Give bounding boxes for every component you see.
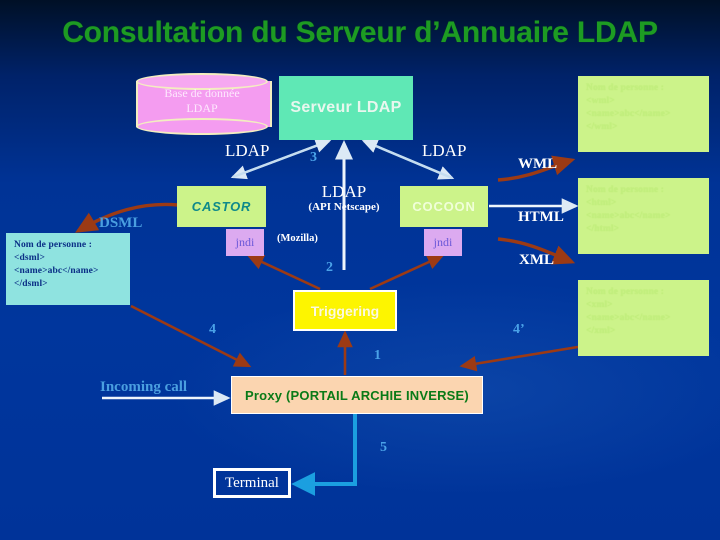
node-jndi-castor: jndi [226,229,264,256]
dsml-line-3: <name>abc</name> [14,266,99,276]
dsml-line-1: Nom de personne : [14,240,92,250]
node-database-ldap: Base de donnée LDAP [136,73,272,135]
label-dsml: DSML [99,215,143,231]
label-xml: XML [519,252,554,268]
slide-canvas: Consultation du Serveur d’Annuaire LDAP … [0,0,720,540]
label-html: HTML [518,209,564,225]
node-castor: CASTOR [177,186,266,227]
node-terminal: Terminal [213,468,291,498]
database-label-line1: Base de donnée [164,86,240,100]
step-number-3: 3 [310,150,317,165]
cylinder-bottom [136,118,268,135]
node-proxy: Proxy (PORTAIL ARCHIE INVERSE) [231,376,483,414]
cocoon-label: COCOON [412,199,476,214]
step-number-2: 2 [326,260,333,275]
label-ldap-left: LDAP [225,141,270,160]
xml-line-1: Nom de personne : [586,287,664,297]
jndi-right-label: jndi [433,235,453,249]
database-label-line2: LDAP [186,101,218,115]
arrow-trigger-to-jndi-right [369,254,445,291]
triggering-label: Triggering [310,302,380,319]
step-number-4: 4 [209,322,216,337]
wml-line-4: </wml> [586,122,618,132]
step-number-5: 5 [380,440,387,455]
label-ldap-api: LDAP [321,182,367,201]
xml-line-3: <name>abc</name> [586,313,671,323]
result-box-wml: Nom de personne : <wml> <name>abc</name>… [578,76,709,152]
wml-line-1: Nom de personne : [586,83,664,93]
arrow-xml-to-proxy [459,342,597,372]
html-line-1: Nom de personne : [586,185,664,195]
arrow-dsml-to-proxy [130,304,252,368]
label-mozilla: (Mozilla) [277,233,318,244]
label-wml: WML [518,156,558,172]
dsml-line-2: <dsml> [14,253,45,263]
node-serveur-ldap: Serveur LDAP [279,76,413,140]
proxy-label: Proxy (PORTAIL ARCHIE INVERSE) [245,387,469,403]
node-jndi-cocoon: jndi [424,229,462,256]
page-title: Consultation du Serveur d’Annuaire LDAP [62,16,658,49]
castor-label: CASTOR [191,199,252,214]
xml-line-4: </xml> [586,326,616,336]
wml-line-3: <name>abc</name> [586,109,671,119]
node-cocoon: COCOON [400,186,488,227]
terminal-label: Terminal [225,474,279,491]
xml-line-2: <xml> [586,300,613,310]
step-number-4-prime: 4’ [513,322,525,337]
dsml-line-4: </dsml> [14,279,48,289]
result-box-dsml: Nom de personne : <dsml> <name>abc</name… [6,233,130,305]
arrow-trigger-to-jndi-left [246,254,321,291]
result-box-html: Nom de personne : <html> <name>abc</name… [578,178,709,254]
label-ldap-right: LDAP [422,141,467,160]
html-line-2: <html> [586,198,617,208]
arrow-proxy-to-terminal [291,414,357,496]
label-api-netscape: (API Netscape) [308,201,380,213]
serveur-ldap-label: Serveur LDAP [290,99,402,116]
database-label: Base de donnée LDAP [136,86,268,116]
jndi-left-label: jndi [235,235,255,249]
html-line-3: <name>abc</name> [586,211,671,221]
label-incoming-call: Incoming call [100,379,188,395]
node-triggering: Triggering [293,290,397,331]
html-line-4: </html> [586,224,620,234]
result-box-xml: Nom de personne : <xml> <name>abc</name>… [578,280,709,356]
step-number-1: 1 [374,348,381,363]
wml-line-2: <wml> [586,96,615,106]
